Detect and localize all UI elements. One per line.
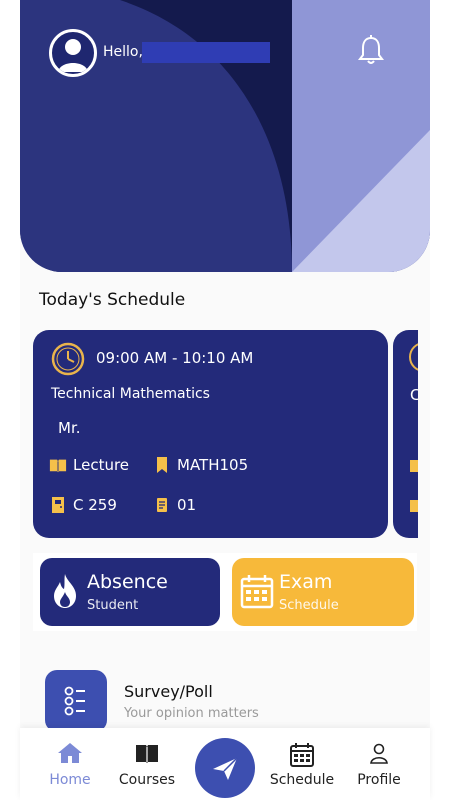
calendar-icon (240, 575, 274, 609)
absence-title: Absence (87, 571, 168, 593)
course-code: MATH105 (153, 456, 248, 474)
nav-courses[interactable]: Courses (116, 742, 178, 788)
nav-home[interactable]: Home (44, 742, 96, 788)
exam-tile[interactable]: Exam Schedule (232, 558, 414, 626)
time-start: 09:00 AM (96, 349, 168, 367)
home-icon (58, 743, 82, 763)
survey-title[interactable]: Survey/Poll (124, 682, 213, 701)
room-label: C 259 (73, 496, 117, 514)
calendar-icon (290, 743, 314, 767)
absence-subtitle: Student (87, 598, 139, 613)
schedule-card[interactable]: 09:00 AM - 10:10 AM Technical Mathematic… (33, 330, 388, 538)
nav-profile-label: Profile (357, 772, 401, 788)
bookmark-icon (157, 457, 167, 473)
avatar[interactable] (49, 29, 97, 77)
group: 01 (153, 496, 196, 514)
checklist-icon (64, 686, 85, 716)
course-code-label: MATH105 (177, 456, 249, 474)
clock-icon (51, 342, 85, 376)
teacher-name: Mr. (58, 419, 81, 437)
user-icon (370, 743, 388, 764)
time-end: - 10:10 AM (171, 349, 254, 367)
user-name-redacted (142, 42, 270, 63)
absence-tile[interactable]: Absence Student (40, 558, 220, 626)
nav-profile[interactable]: Profile (354, 742, 404, 788)
exam-subtitle: Schedule (279, 598, 339, 613)
schedule-card-next[interactable]: C (393, 330, 418, 538)
flame-icon (54, 574, 76, 608)
exam-title: Exam (279, 571, 333, 593)
nav-schedule-label: Schedule (269, 772, 335, 788)
door-icon (52, 497, 64, 513)
clock-icon (409, 342, 418, 372)
survey-subtitle: Your opinion matters (124, 706, 259, 721)
next-course-initial: C (410, 386, 418, 404)
send-icon (213, 757, 238, 780)
room: C 259 (49, 496, 117, 514)
class-type: Lecture (49, 456, 129, 474)
group-label: 01 (177, 496, 197, 514)
group-icon (157, 498, 167, 512)
home-header: Hello, (20, 0, 430, 272)
nav-schedule[interactable]: Schedule (268, 742, 336, 788)
open-book-icon (410, 460, 418, 472)
class-type-label: Lecture (73, 456, 130, 474)
time-range: 09:00 AM - 10:10 AM (96, 349, 253, 367)
book-icon (136, 745, 158, 763)
survey-icon-tile[interactable] (45, 670, 107, 732)
section-title: Today's Schedule (39, 290, 186, 310)
quick-actions: Absence Student Exam Schedule (33, 553, 417, 631)
send-button[interactable] (195, 738, 255, 798)
bell-icon[interactable] (356, 34, 386, 66)
course-name: Technical Mathematics (51, 386, 210, 402)
nav-home-label: Home (49, 772, 91, 788)
greeting-text: Hello, (103, 44, 143, 60)
nav-courses-label: Courses (118, 772, 176, 788)
door-icon (410, 500, 418, 512)
open-book-icon (49, 459, 67, 473)
